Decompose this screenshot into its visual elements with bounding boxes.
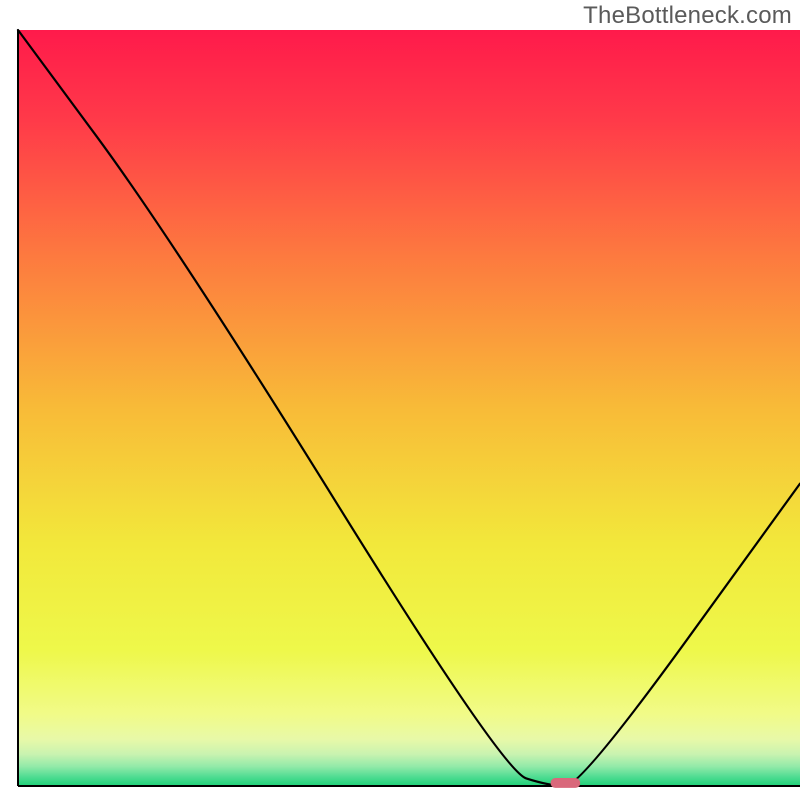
chart-container: TheBottleneck.com — [0, 0, 800, 800]
bottleneck-chart — [0, 0, 800, 800]
optimal-marker — [551, 778, 581, 788]
plot-background — [18, 30, 800, 786]
watermark-text: TheBottleneck.com — [583, 2, 792, 30]
